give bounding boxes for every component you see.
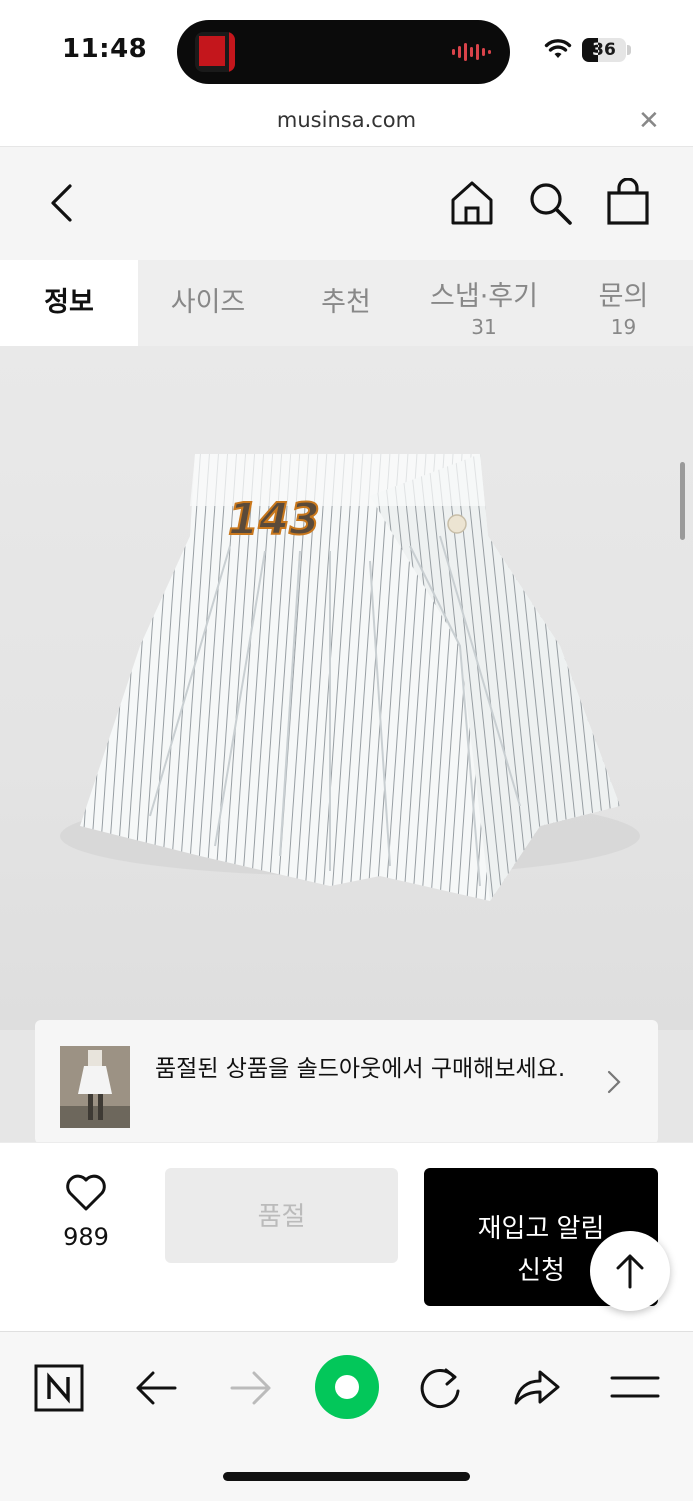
banner-thumbnail [60, 1046, 130, 1128]
tab-inquiry[interactable]: 문의 19 [554, 260, 693, 346]
like-count: 989 [63, 1223, 109, 1251]
status-time: 11:48 [62, 34, 148, 64]
dynamic-island [177, 20, 510, 84]
tab-snap-review[interactable]: 스냅·후기 31 [414, 260, 554, 346]
soldout-button[interactable]: 품절 [165, 1168, 398, 1263]
tab-size[interactable]: 사이즈 [138, 260, 278, 346]
arrow-left-icon[interactable] [133, 1368, 179, 1408]
skirt-patch-number: 143 [228, 494, 320, 545]
tab-label: 사이즈 [170, 287, 246, 318]
tab-count: 19 [610, 315, 637, 339]
product-tabs: 정보 사이즈 추천 스냅·후기 31 문의 19 [0, 260, 693, 346]
product-image[interactable]: 143 [0, 346, 693, 1030]
refresh-icon[interactable] [416, 1365, 464, 1411]
tab-count: 31 [471, 315, 497, 339]
scrollbar[interactable] [680, 462, 685, 540]
share-icon[interactable] [512, 1367, 562, 1407]
battery-level: 36 [592, 40, 616, 60]
back-icon[interactable] [48, 183, 74, 223]
tab-recommend[interactable]: 추천 [278, 260, 414, 346]
close-icon[interactable]: ✕ [638, 106, 660, 136]
soldout-banner[interactable]: 품절된 상품을 솔드아웃에서 구매해보세요. [35, 1020, 658, 1144]
arrow-up-icon [616, 1254, 644, 1289]
menu-icon[interactable] [610, 1372, 660, 1402]
audio-wave-icon [452, 43, 491, 61]
app-header [0, 147, 693, 260]
battery-tip [627, 45, 631, 55]
search-icon[interactable] [527, 180, 573, 226]
home-icon[interactable] [449, 180, 495, 226]
scroll-to-top-button[interactable] [590, 1231, 670, 1311]
browser-url-bar[interactable]: musinsa.com ✕ [0, 100, 693, 147]
music-app-icon [195, 32, 235, 72]
green-dot-icon[interactable] [315, 1355, 379, 1419]
tab-label: 스냅·후기 [430, 281, 538, 312]
battery-indicator: 36 [582, 38, 626, 62]
tab-label: 정보 [44, 287, 94, 318]
browser-toolbar [0, 1331, 693, 1501]
chevron-right-icon [607, 1070, 621, 1094]
tab-label: 문의 [598, 281, 649, 312]
status-bar: 11:48 36 [0, 0, 693, 100]
tab-label: 추천 [321, 287, 371, 318]
arrow-right-icon[interactable] [228, 1368, 274, 1408]
soldout-banner-text: 품절된 상품을 솔드아웃에서 구매해보세요. [155, 1056, 566, 1082]
url-text[interactable]: musinsa.com [0, 108, 693, 132]
shopping-bag-icon[interactable] [606, 178, 650, 226]
pleated-skirt-illustration: 143 [60, 454, 640, 901]
purchase-action-bar: 989 품절 재입고 알림 신청 [0, 1142, 693, 1331]
tab-info[interactable]: 정보 [0, 260, 138, 346]
wifi-icon [544, 39, 572, 58]
heart-icon[interactable] [64, 1173, 108, 1213]
naver-n-icon[interactable] [34, 1364, 84, 1412]
home-indicator[interactable] [223, 1472, 470, 1481]
